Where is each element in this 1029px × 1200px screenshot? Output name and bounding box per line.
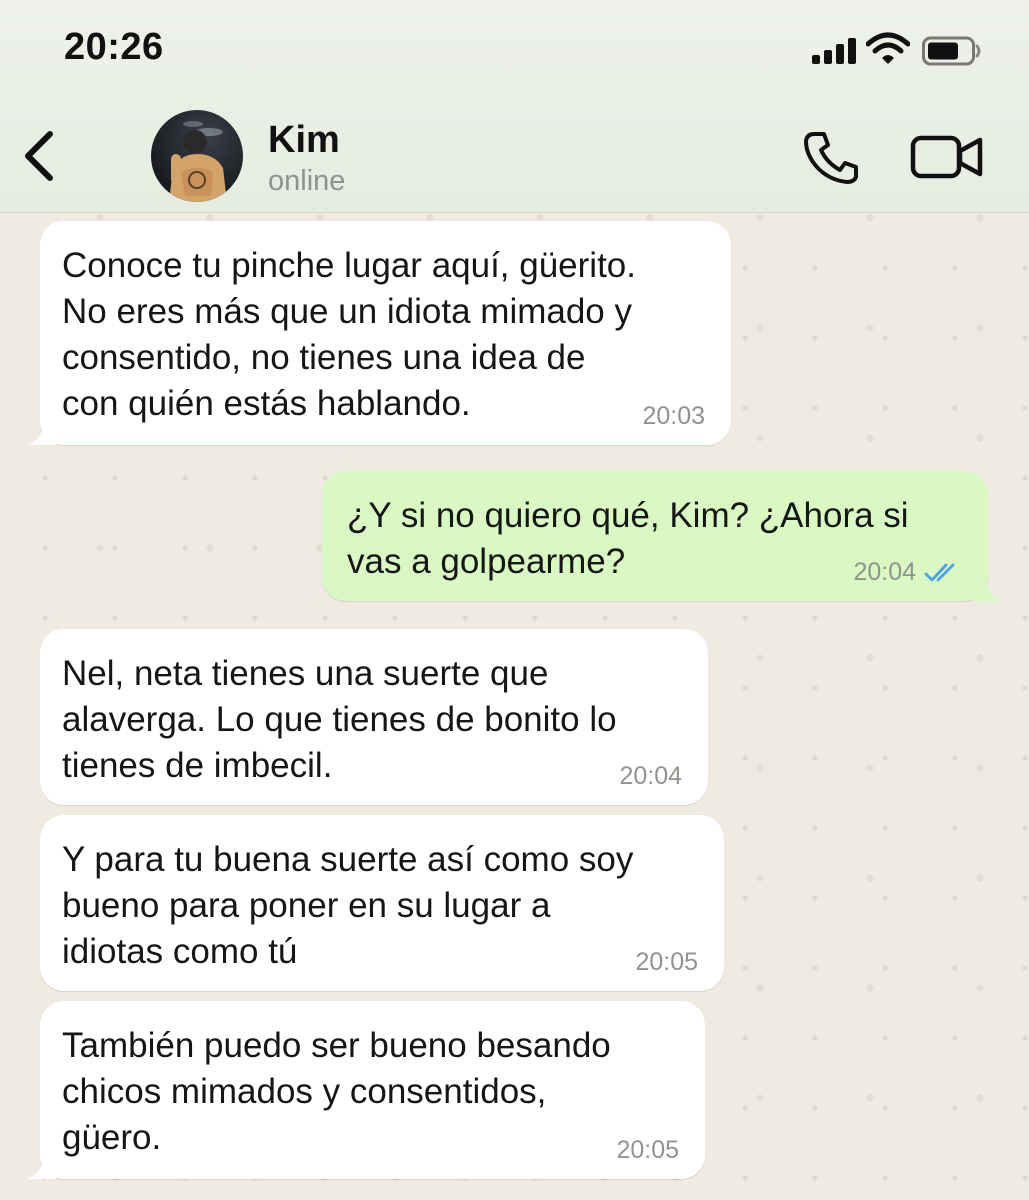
message-time: 20:05 [635, 948, 698, 976]
message-bubble-incoming[interactable]: También puedo ser bueno besando chicos m… [28, 1001, 705, 1179]
message-bubble-incoming[interactable]: Nel, neta tienes una suerte que alaverga… [40, 629, 708, 805]
message-time: 20:05 [616, 1136, 679, 1164]
message-time: 20:04 [619, 762, 682, 790]
double-check-read-icon [924, 563, 955, 581]
chat-header: 20:26 Kim online [0, 0, 1029, 213]
battery-icon [922, 36, 981, 66]
message-bubble-incoming[interactable]: Y para tu buena suerte así como soy buen… [40, 815, 724, 991]
message-meta: 20:05 [635, 948, 698, 977]
bubble-tail [974, 579, 1002, 601]
bubble-tail [28, 423, 56, 445]
phone-icon[interactable] [800, 128, 864, 184]
message-text: Y para tu buena suerte así como soy buen… [62, 840, 634, 971]
contact-name: Kim [268, 119, 340, 161]
contact-status: online [268, 165, 346, 197]
message-text: Nel, neta tienes una suerte que alaverga… [62, 654, 617, 785]
message-time: 20:03 [642, 402, 705, 430]
status-time: 20:26 [64, 26, 164, 68]
signal-strength-icon [812, 38, 858, 64]
message-list[interactable]: Conoce tu pinche lugar aquí, güerito. No… [0, 213, 1029, 1200]
message-bubble-outgoing[interactable]: ¿Y si no quiero qué, Kim? ¿Ahora si vas … [322, 471, 1002, 601]
message-bubble-incoming[interactable]: Conoce tu pinche lugar aquí, güerito. No… [28, 221, 731, 445]
message-meta: 20:04 [619, 762, 682, 791]
message-time: 20:04 [853, 558, 916, 586]
message-text: Conoce tu pinche lugar aquí, güerito. No… [62, 246, 636, 423]
avatar[interactable] [151, 110, 243, 202]
back-button[interactable] [18, 130, 62, 182]
contact-info[interactable]: Kim online [268, 118, 345, 200]
bubble-tail [28, 1157, 56, 1179]
video-camera-icon[interactable] [910, 132, 984, 182]
message-text: También puedo ser bueno besando chicos m… [62, 1026, 611, 1157]
avatar-picture [169, 121, 227, 202]
message-meta: 20:05 [616, 1136, 679, 1165]
wifi-icon [866, 32, 910, 64]
message-meta: 20:03 [642, 402, 705, 431]
message-meta: 20:04 [853, 558, 962, 587]
